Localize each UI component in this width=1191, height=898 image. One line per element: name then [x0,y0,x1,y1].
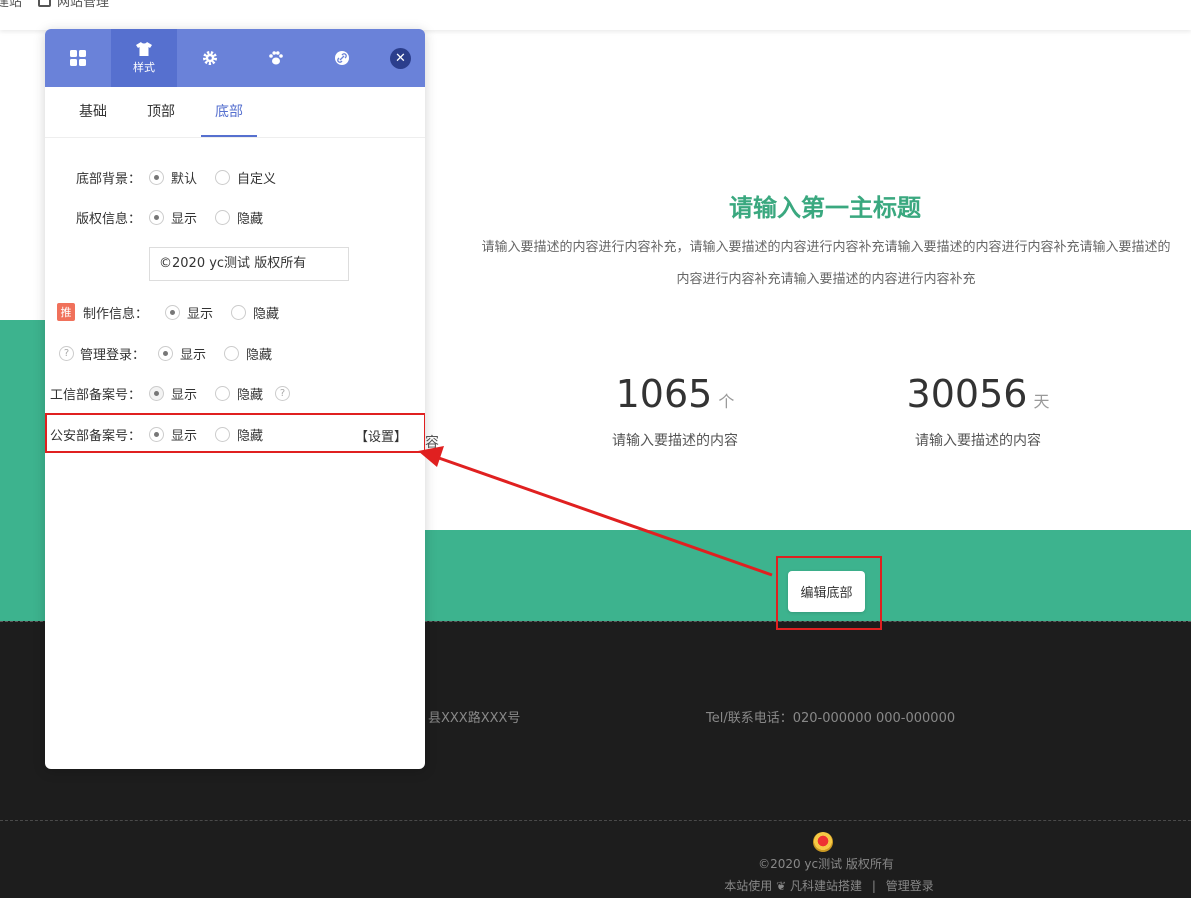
radio-dot [149,385,164,401]
radio-dot [215,385,231,401]
radio-label: 显示 [187,306,214,322]
tab-links[interactable] [309,29,375,87]
footer-powered: 本站使用 ❦ 凡科建站搭建 | 管理登录 [700,877,958,894]
copyright-hide-radio[interactable]: 隐藏 [215,208,263,227]
radio-label: 显示 [171,387,198,403]
radio-dot [215,209,231,225]
subtab-basic[interactable]: 基础 [65,87,121,137]
row-admin-login: ? 管理登录： 显示 隐藏 [45,342,425,364]
police-badge-icon[interactable] [813,832,833,852]
main-title: 请输入第一主标题 [729,194,921,222]
admin-hide-radio[interactable]: 隐藏 [224,344,272,363]
help-icon[interactable]: ? [275,385,291,401]
row-copyright: 版权信息： 显示 隐藏 [45,206,425,228]
recommend-badge: 推 [57,303,75,321]
stat-item: 1065 个 请输入要描述的内容 [555,372,795,450]
radio-dot [224,345,240,361]
radio-dot [215,169,231,185]
shirt-icon [136,42,152,56]
site-manage-icon [38,0,51,7]
footer-divider [0,820,1191,821]
copyright-show-radio[interactable]: 显示 [149,208,197,227]
radio-dot [149,209,164,225]
brand-leaf-icon: ❦ [776,879,787,893]
help-icon[interactable]: ? [59,345,74,361]
copyright-text-input[interactable]: ©2020 yc测试 版权所有 [149,247,349,281]
stat-value: 30056 [906,372,1028,416]
radio-label: 显示 [171,211,198,227]
annotation-box-edit-footer [776,556,882,630]
footer-bg-label: 底部背景： [75,171,141,187]
credits-label: 制作信息： [83,306,149,322]
subtab-bar: 基础 顶部 底部 [45,87,425,138]
credits-hide-radio[interactable]: 隐藏 [231,303,279,322]
admin-login-link[interactable]: 管理登录 [886,879,934,893]
powered-brand-link[interactable]: 凡科建站搭建 [790,879,862,893]
style-panel: 样式 ✕ 基础 顶部 底部 底部背景： 默认 自定义 版权信息： 显示 隐藏 ©… [45,29,425,769]
stat-unit: 天 [1033,392,1050,411]
icp-show-radio[interactable]: 显示 [149,384,197,403]
admin-login-label: 管理登录： [80,347,146,363]
stat-label: 请输入要描述的内容 [612,433,738,449]
annotation-box-police-row [45,413,425,453]
stat-label-partial: 容 [425,435,439,451]
subtab-footer[interactable]: 底部 [201,87,257,137]
tab-style-label: 样式 [133,61,155,74]
footer-bg-custom-radio[interactable]: 自定义 [215,168,276,187]
icp-hide-radio[interactable]: 隐藏 [215,384,263,403]
icp-label: 工信部备案号： [49,387,141,403]
site-manage-label: 网站管理 [57,0,110,10]
footer-address: 县XXX路XXX号 [428,711,521,726]
tab-style[interactable]: 样式 [111,29,177,87]
radio-dot [165,304,180,320]
tab-settings[interactable] [177,29,243,87]
radio-label: 隐藏 [246,347,273,363]
footer-tel: Tel/联系电话：020-000000 000-000000 [706,711,956,726]
stat-item: 30056 天 请输入要描述的内容 [858,372,1098,450]
paw-icon [269,51,283,65]
stat-unit: 个 [718,392,735,411]
panel-tabbar: 样式 ✕ [45,29,425,87]
row-footer-bg: 底部背景： 默认 自定义 [45,166,425,188]
radio-label: 隐藏 [253,306,280,322]
tab-animal[interactable] [243,29,309,87]
radio-label: 隐藏 [237,387,264,403]
row-credits: 推 制作信息： 显示 隐藏 [45,301,425,323]
stat-value: 1065 [615,372,713,416]
subtab-header[interactable]: 顶部 [133,87,189,137]
powered-prefix: 本站使用 [724,879,773,893]
site-manage-link[interactable]: 网站管理 [38,0,109,10]
radio-dot [158,345,173,361]
admin-show-radio[interactable]: 显示 [158,344,206,363]
row-icp: 工信部备案号： 显示 隐藏 ? [45,382,425,404]
top-toolbar: 建站 网站管理 [0,0,1191,30]
radio-label: 显示 [180,347,207,363]
radio-label: 默认 [171,171,198,187]
credits-show-radio[interactable]: 显示 [165,303,213,322]
separator: | [871,879,876,893]
link-icon [335,51,349,65]
radio-label: 自定义 [237,171,277,187]
radio-dot [149,169,164,185]
footer-bg-default-radio[interactable]: 默认 [149,168,197,187]
stat-label: 请输入要描述的内容 [915,433,1041,449]
close-icon[interactable]: ✕ [390,48,411,69]
tab-modules[interactable] [45,29,111,87]
radio-dot [231,304,247,320]
main-description: 请输入要描述的内容进行内容补充，请输入要描述的内容进行内容补充请输入要描述的内容… [481,240,1171,287]
gear-icon [203,51,217,65]
toolbar-crumb[interactable]: 建站 [0,0,22,10]
grid-icon [70,50,86,66]
content-card [425,120,1191,530]
radio-label: 隐藏 [237,211,264,227]
footer-copyright: ©2020 yc测试 版权所有 [758,857,894,871]
copyright-label: 版权信息： [75,211,141,227]
